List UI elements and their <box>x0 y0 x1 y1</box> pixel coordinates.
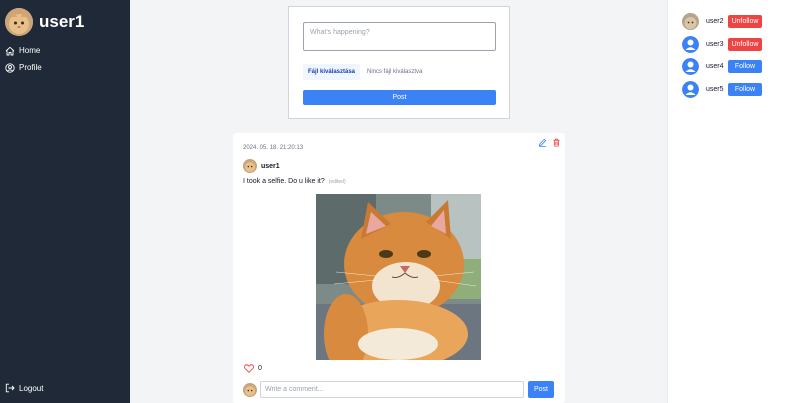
comment-post-button[interactable]: Post <box>528 381 554 398</box>
edit-icon[interactable] <box>538 138 547 147</box>
post-card: 2024. 05. 18. 21:20:13 user1 I took a se… <box>233 133 565 403</box>
post-date: 2024. 05. 18. 21:20:13 <box>243 145 304 151</box>
avatar[interactable] <box>682 13 699 30</box>
sidebar-item-profile[interactable]: Profile <box>5 59 42 76</box>
sidebar-nav: Home Profile <box>5 42 42 76</box>
post-text: I took a selfie. Do u like it? (edited) <box>243 178 346 185</box>
avatar <box>243 382 257 397</box>
follow-button[interactable]: Follow <box>728 83 762 96</box>
post-composer: Fájl kiválasztása Nincs fájl kiválasztva… <box>288 6 510 119</box>
trash-icon[interactable] <box>552 138 561 147</box>
list-item: user5 Follow <box>682 81 762 98</box>
follow-button[interactable]: Follow <box>728 60 762 73</box>
sidebar-item-label: Profile <box>19 63 42 72</box>
unfollow-button[interactable]: Unfollow <box>728 15 762 28</box>
comment-composer: Post <box>243 381 554 398</box>
home-icon <box>5 46 15 55</box>
avatar[interactable] <box>5 8 33 36</box>
like-count: 0 <box>258 365 262 372</box>
user-name[interactable]: user5 <box>706 86 726 93</box>
logout-label: Logout <box>19 383 44 393</box>
user-name[interactable]: user4 <box>706 63 726 70</box>
list-item: user2 Unfollow <box>682 13 762 30</box>
sidebar-item-home[interactable]: Home <box>5 42 42 59</box>
post-body: I took a selfie. Do u like it? <box>243 178 325 185</box>
file-select-button[interactable]: Fájl kiválasztása <box>303 64 360 80</box>
post-button[interactable]: Post <box>303 90 496 105</box>
edited-label: (edited) <box>328 179 346 185</box>
sidebar-username: user1 <box>39 12 85 31</box>
user-name[interactable]: user2 <box>706 18 726 25</box>
sidebar-item-label: Home <box>19 46 41 55</box>
heart-icon <box>244 364 254 373</box>
sidebar-header: user1 <box>5 8 84 36</box>
list-item: user3 Unfollow <box>682 36 762 53</box>
file-status: Nincs fájl kiválasztva <box>367 69 423 75</box>
sidebar: user1 Home Profile Logout <box>0 0 130 403</box>
user-avatar-icon[interactable] <box>682 58 699 75</box>
unfollow-button[interactable]: Unfollow <box>728 38 762 51</box>
logout-button[interactable]: Logout <box>5 383 43 393</box>
user-list-panel: user2 Unfollow user3 Unfollow user4 Foll… <box>667 0 802 403</box>
logout-icon <box>5 383 15 393</box>
like-button[interactable]: 0 <box>244 364 262 373</box>
user-avatar-icon[interactable] <box>682 81 699 98</box>
post-author-name: user1 <box>261 162 280 170</box>
user-circle-icon <box>5 62 15 73</box>
post-author[interactable]: user1 <box>243 159 280 173</box>
user-avatar-icon[interactable] <box>682 36 699 53</box>
post-image <box>316 194 481 360</box>
user-name[interactable]: user3 <box>706 41 726 48</box>
post-textarea[interactable] <box>303 22 496 51</box>
list-item: user4 Follow <box>682 58 762 75</box>
comment-input[interactable] <box>260 381 524 398</box>
avatar <box>243 159 257 173</box>
